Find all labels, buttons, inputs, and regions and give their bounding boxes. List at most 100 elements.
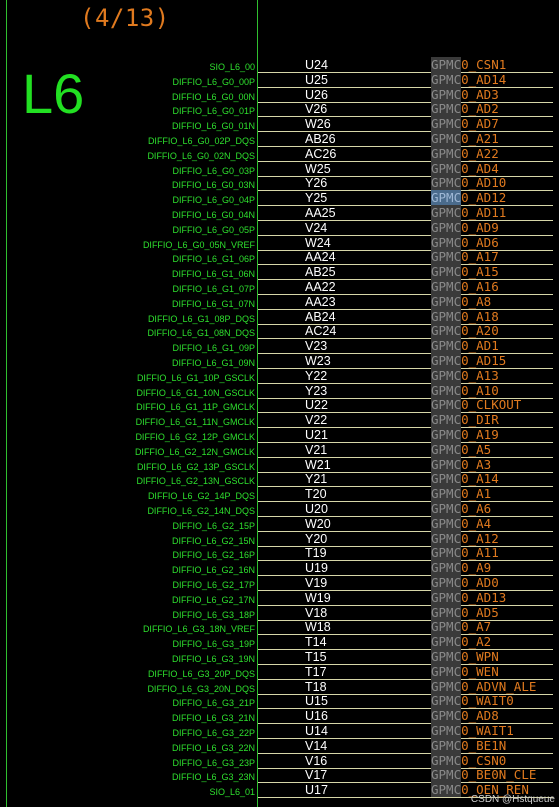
function-prefix: GPMC [431, 530, 462, 546]
function-prefix: GPMC [431, 619, 462, 635]
pin-function: GPMC0_A10 [431, 382, 499, 398]
function-suffix: 0_CSN0 [461, 752, 507, 768]
function-suffix: 0_A9 [461, 560, 492, 576]
function-prefix: GPMC [431, 397, 462, 413]
function-prefix: GPMC [431, 353, 462, 368]
signal-name: DIFFIO_L6_G0_04N [171, 210, 255, 220]
signal-name: DIFFIO_L6_G3_21N [171, 713, 255, 724]
function-prefix: GPMC [431, 737, 462, 753]
pin-function: GPMC0_AD0 [431, 575, 499, 590]
function-suffix: 0_AD13 [461, 589, 507, 605]
function-suffix: 0_A14 [461, 471, 499, 487]
pin-function: GPMC0_A2 [431, 634, 491, 650]
function-prefix: GPMC [431, 589, 462, 605]
pin-function: GPMC0_WAIT1 [431, 723, 514, 738]
pin-function: GPMC0_CSN0 [431, 752, 507, 768]
pin-number: V17 [305, 768, 328, 783]
function-prefix: GPMC [431, 131, 462, 146]
function-suffix: 0_WEN [461, 663, 499, 679]
function-prefix: GPMC [431, 471, 462, 487]
pin-function: GPMC0_AD4 [431, 160, 499, 176]
pin-function: GPMC0_A12 [431, 530, 499, 546]
signal-name: DIFFIO_L6_G1_06N [171, 269, 255, 280]
function-suffix: 0_AD11 [461, 205, 507, 220]
pin-function: GPMC0_A5 [431, 441, 491, 457]
function-prefix: GPMC [431, 663, 462, 679]
pin-number: U25 [305, 72, 328, 87]
function-suffix: 0_A1 [461, 486, 492, 502]
function-prefix: GPMC [431, 145, 462, 161]
signal-name: DIFFIO_L6_G1_10P_GSCLK [136, 372, 255, 383]
function-prefix: GPMC [431, 338, 462, 354]
signal-name: DIFFIO_L6_G3_20P_DQS [147, 668, 255, 679]
pin-number: V22 [305, 413, 328, 428]
signal-name: DIFFIO_L6_G0_05N_VREF [142, 239, 255, 250]
function-prefix: GPMC [431, 57, 462, 72]
function-suffix: 0_A22 [461, 145, 499, 161]
signal-name: DIFFIO_L6_G1_11P_GMCLK [136, 402, 255, 413]
function-suffix: 0_A3 [461, 456, 492, 472]
function-prefix: GPMC [431, 767, 462, 783]
pin-number: AB24 [305, 309, 336, 324]
function-prefix: GPMC [431, 649, 462, 664]
signal-name: DIFFIO_L6_G2_15P [172, 520, 255, 531]
signal-name: DIFFIO_L6_G3_21P [172, 698, 255, 709]
page-counter: (4/13) [80, 4, 170, 32]
function-suffix: 0_AD7 [461, 116, 499, 132]
pin-function: GPMC0_BE1N [431, 737, 506, 753]
pin-function: GPMC0_AD11 [431, 205, 507, 220]
pin-number: AA25 [305, 206, 336, 220]
pin-function: GPMC0_A19 [431, 427, 499, 442]
function-suffix: 0_AD1 [461, 338, 499, 354]
function-prefix: GPMC [431, 382, 462, 398]
function-suffix: 0_ADVN_ALE [461, 678, 537, 694]
pin-function: GPMC0_A3 [431, 456, 492, 472]
signal-name: DIFFIO_L6_G0_00N [171, 91, 255, 102]
function-prefix: GPMC [431, 412, 462, 428]
function-prefix: GPMC [431, 219, 462, 235]
signal-name: DIFFIO_L6_G1_08P_DQS [147, 313, 255, 324]
pin-function: GPMC0_A17 [431, 249, 499, 265]
function-prefix: GPMC [431, 560, 462, 576]
function-suffix: 0_DIR [461, 412, 499, 428]
signal-name: DIFFIO_L6_G1_11N_GMCLK [135, 417, 255, 428]
function-suffix: 0_WPN [461, 649, 499, 664]
signal-name: DIFFIO_L6_G3_23P [172, 757, 255, 768]
pin-function: GPMC0_AD3 [431, 86, 499, 102]
pin-number: AB26 [305, 132, 336, 146]
signal-name: DIFFIO_L6_G0_00P [172, 76, 255, 87]
function-suffix: 0_AD0 [461, 575, 499, 590]
pin-number: Y20 [305, 531, 328, 546]
function-suffix: 0_CLKOUT [461, 397, 522, 413]
function-suffix: 0_A7 [461, 619, 492, 635]
function-suffix: 0_AD5 [461, 604, 499, 620]
pin-number: W26 [305, 117, 331, 132]
function-prefix: GPMC [431, 456, 462, 472]
signal-name: DIFFIO_L6_G0_02P_DQS [147, 136, 255, 146]
signal-name: DIFFIO_L6_G1_08N_DQS [147, 328, 255, 339]
signal-name: DIFFIO_L6_G0_02N_DQS [147, 150, 255, 161]
function-suffix: 0_A6 [461, 501, 492, 516]
pin-number: Y21 [305, 472, 328, 487]
pin-number: V19 [305, 576, 328, 590]
function-prefix: GPMC [431, 367, 462, 383]
function-suffix: 0_BE0N_CLE [461, 767, 537, 783]
pin-number: U19 [305, 561, 328, 576]
function-prefix: GPMC [431, 604, 462, 620]
function-suffix: 0_A20 [461, 323, 499, 339]
function-suffix: 0_AD9 [461, 219, 499, 235]
function-prefix: GPMC [431, 234, 462, 250]
pin-function: GPMC0_CLKOUT [431, 397, 522, 413]
pin-number: W24 [305, 235, 331, 250]
signal-name: DIFFIO_L6_G0_05P [172, 224, 255, 235]
function-suffix: 0_A13 [461, 367, 499, 383]
function-suffix: 0_AD12 [461, 190, 507, 206]
signal-name: DIFFIO_L6_G2_13P_GSCLK [136, 461, 255, 472]
function-suffix: 0_WAIT0 [461, 693, 514, 709]
function-suffix: 0_A4 [461, 515, 492, 531]
function-prefix: GPMC [431, 71, 462, 87]
function-prefix: GPMC [431, 545, 462, 561]
function-prefix: GPMC [431, 293, 462, 309]
signal-name: DIFFIO_L6_G1_10N_GSCLK [136, 387, 255, 398]
pin-number: W25 [305, 161, 331, 176]
